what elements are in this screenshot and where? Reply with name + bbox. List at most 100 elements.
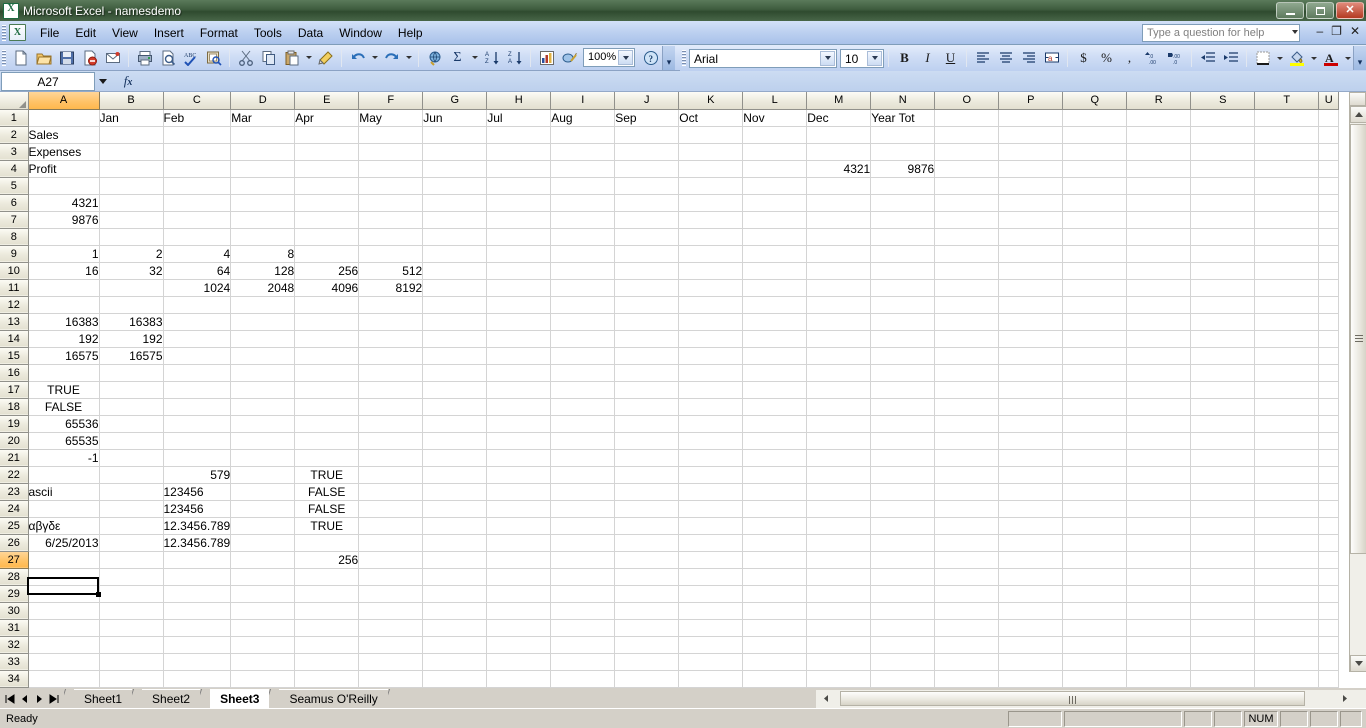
column-header-r[interactable]: R xyxy=(1126,92,1192,110)
cell-c1[interactable]: Feb xyxy=(163,109,232,127)
cell-s16[interactable] xyxy=(1190,364,1256,382)
cell-u11[interactable] xyxy=(1318,279,1340,297)
cell-q27[interactable] xyxy=(1062,551,1128,569)
cell-b22[interactable] xyxy=(99,466,164,484)
name-box[interactable]: A27 xyxy=(1,71,95,91)
cell-k24[interactable] xyxy=(678,500,744,518)
menu-grip[interactable] xyxy=(2,24,6,41)
cell-g26[interactable] xyxy=(422,534,488,552)
cell-j19[interactable] xyxy=(614,415,680,433)
cell-j16[interactable] xyxy=(614,364,680,382)
cut-icon[interactable] xyxy=(234,47,257,69)
cell-p24[interactable] xyxy=(998,500,1064,518)
cell-c7[interactable] xyxy=(163,211,232,229)
cell-l9[interactable] xyxy=(742,245,808,263)
cell-l4[interactable] xyxy=(742,160,808,178)
cell-e27[interactable]: 256 xyxy=(294,551,360,569)
cell-i28[interactable] xyxy=(550,568,616,586)
cell-j21[interactable] xyxy=(614,449,680,467)
cell-j11[interactable] xyxy=(614,279,680,297)
cell-q16[interactable] xyxy=(1062,364,1128,382)
cell-h27[interactable] xyxy=(486,551,552,569)
column-header-m[interactable]: M xyxy=(806,92,872,110)
cell-f5[interactable] xyxy=(358,177,424,195)
cell-t12[interactable] xyxy=(1254,296,1320,314)
cell-p21[interactable] xyxy=(998,449,1064,467)
cell-k22[interactable] xyxy=(678,466,744,484)
cell-n4[interactable]: 9876 xyxy=(870,160,936,178)
chart-icon[interactable] xyxy=(535,47,558,69)
cell-j25[interactable] xyxy=(614,517,680,535)
cell-a8[interactable] xyxy=(28,228,100,246)
cell-h30[interactable] xyxy=(486,602,552,620)
cell-e16[interactable] xyxy=(294,364,360,382)
cell-t5[interactable] xyxy=(1254,177,1320,195)
cell-l18[interactable] xyxy=(742,398,808,416)
cell-s8[interactable] xyxy=(1190,228,1256,246)
cell-c15[interactable] xyxy=(163,347,232,365)
cell-c26[interactable]: 12.3456.789 xyxy=(163,534,232,552)
cell-b11[interactable] xyxy=(99,279,164,297)
cell-s4[interactable] xyxy=(1190,160,1256,178)
cell-f16[interactable] xyxy=(358,364,424,382)
vertical-scrollbar[interactable] xyxy=(1349,106,1366,672)
cell-u34[interactable] xyxy=(1318,670,1340,688)
column-header-g[interactable]: G xyxy=(422,92,488,110)
row-header-2[interactable]: 2 xyxy=(0,126,29,144)
cell-m32[interactable] xyxy=(806,636,872,654)
cell-g23[interactable] xyxy=(422,483,488,501)
cell-h5[interactable] xyxy=(486,177,552,195)
cell-e7[interactable] xyxy=(294,211,360,229)
cell-e8[interactable] xyxy=(294,228,360,246)
cell-r13[interactable] xyxy=(1126,313,1192,331)
cell-b6[interactable] xyxy=(99,194,164,212)
cell-c23[interactable]: 123456 xyxy=(163,483,232,501)
row-header-15[interactable]: 15 xyxy=(0,347,29,365)
cell-r23[interactable] xyxy=(1126,483,1192,501)
cell-k14[interactable] xyxy=(678,330,744,348)
cell-l25[interactable] xyxy=(742,517,808,535)
cell-q29[interactable] xyxy=(1062,585,1128,603)
cell-j8[interactable] xyxy=(614,228,680,246)
cell-g13[interactable] xyxy=(422,313,488,331)
cell-g7[interactable] xyxy=(422,211,488,229)
cell-o27[interactable] xyxy=(934,551,1000,569)
cell-s20[interactable] xyxy=(1190,432,1256,450)
cell-a3[interactable]: Expenses xyxy=(28,143,100,161)
cell-i30[interactable] xyxy=(550,602,616,620)
cell-d4[interactable] xyxy=(230,160,296,178)
cell-l34[interactable] xyxy=(742,670,808,688)
last-sheet-button[interactable] xyxy=(47,691,62,707)
vertical-scroll-thumb[interactable] xyxy=(1350,124,1366,554)
cell-b9[interactable]: 2 xyxy=(99,245,164,263)
cell-i4[interactable] xyxy=(550,160,616,178)
cell-l32[interactable] xyxy=(742,636,808,654)
cell-e11[interactable]: 4096 xyxy=(294,279,360,297)
cell-t8[interactable] xyxy=(1254,228,1320,246)
cell-j4[interactable] xyxy=(614,160,680,178)
formatting-toolbar-overflow-icon[interactable] xyxy=(1353,46,1366,70)
cell-h19[interactable] xyxy=(486,415,552,433)
cell-a32[interactable] xyxy=(28,636,100,654)
cell-h24[interactable] xyxy=(486,500,552,518)
cell-e33[interactable] xyxy=(294,653,360,671)
cell-n2[interactable] xyxy=(870,126,936,144)
cell-r17[interactable] xyxy=(1126,381,1192,399)
cell-d10[interactable]: 128 xyxy=(230,262,296,280)
cell-n26[interactable] xyxy=(870,534,936,552)
cell-f19[interactable] xyxy=(358,415,424,433)
cell-d15[interactable] xyxy=(230,347,296,365)
cell-r3[interactable] xyxy=(1126,143,1192,161)
cell-l5[interactable] xyxy=(742,177,808,195)
align-left-icon[interactable] xyxy=(971,47,994,69)
cell-j29[interactable] xyxy=(614,585,680,603)
cell-r8[interactable] xyxy=(1126,228,1192,246)
cell-l11[interactable] xyxy=(742,279,808,297)
cell-h3[interactable] xyxy=(486,143,552,161)
cell-a16[interactable] xyxy=(28,364,100,382)
cell-r27[interactable] xyxy=(1126,551,1192,569)
cell-e32[interactable] xyxy=(294,636,360,654)
cell-h29[interactable] xyxy=(486,585,552,603)
cell-i2[interactable] xyxy=(550,126,616,144)
cell-s28[interactable] xyxy=(1190,568,1256,586)
